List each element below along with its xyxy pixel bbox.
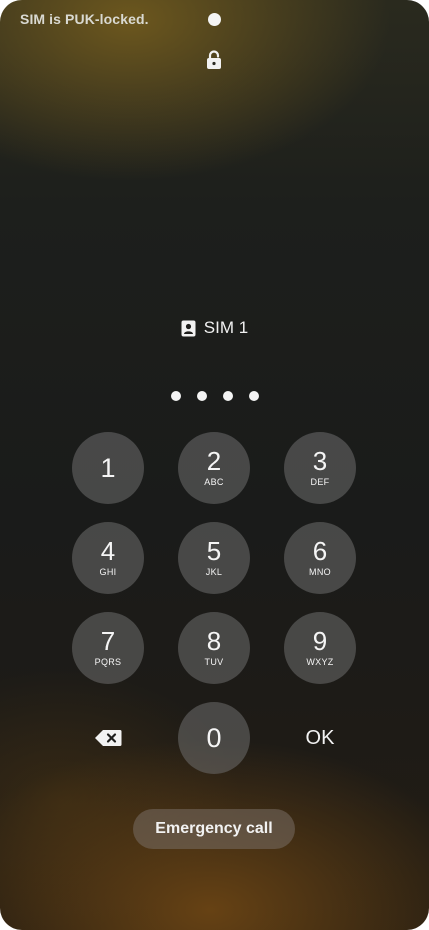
- emergency-call-button[interactable]: Emergency call: [133, 809, 295, 849]
- key-digit: 8: [206, 626, 222, 656]
- key-letters: DEF: [310, 477, 330, 487]
- backspace-icon: [95, 730, 122, 746]
- key-letters: GHI: [99, 567, 117, 577]
- key-letters: WXYZ: [306, 657, 334, 667]
- key-digit: 4: [100, 536, 116, 566]
- key-letters: PQRS: [94, 657, 122, 667]
- key-letters: ABC: [204, 477, 224, 487]
- front-camera-cutout: [208, 13, 221, 26]
- keypad-key-4[interactable]: 4 GHI: [72, 522, 144, 594]
- key-letters: JKL: [205, 567, 223, 577]
- backspace-button[interactable]: [72, 702, 144, 774]
- key-digit: 6: [312, 536, 328, 566]
- key-letters: TUV: [204, 657, 224, 667]
- pin-dot: [170, 391, 181, 401]
- lock-screen: SIM is PUK-locked. SIM 1 1 2 ABC 3 DEF 4…: [0, 0, 429, 930]
- keypad-key-9[interactable]: 9 WXYZ: [284, 612, 356, 684]
- key-digit: 7: [100, 626, 116, 656]
- keypad-key-3[interactable]: 3 DEF: [284, 432, 356, 504]
- pin-dot: [248, 391, 259, 401]
- pin-entry-indicator: [0, 391, 429, 401]
- sim-label: SIM 1: [203, 318, 249, 337]
- keypad-key-1[interactable]: 1: [72, 432, 144, 504]
- keypad-key-0[interactable]: 0: [178, 702, 250, 774]
- key-digit: 9: [312, 626, 328, 656]
- sim-card-icon: [181, 320, 196, 336]
- key-digit: 3: [312, 446, 328, 476]
- pin-dot: [222, 391, 233, 401]
- ok-button[interactable]: OK: [284, 702, 356, 774]
- keypad-key-6[interactable]: 6 MNO: [284, 522, 356, 594]
- key-digit: 2: [206, 446, 222, 476]
- keypad-key-2[interactable]: 2 ABC: [178, 432, 250, 504]
- keypad-key-7[interactable]: 7 PQRS: [72, 612, 144, 684]
- emergency-call-label: Emergency call: [155, 820, 273, 837]
- lock-icon: [207, 50, 221, 69]
- key-digit: 1: [100, 453, 116, 483]
- key-digit: 0: [206, 723, 222, 753]
- sim-status-text: SIM is PUK-locked.: [20, 11, 149, 27]
- ok-label: OK: [305, 726, 335, 749]
- key-letters: MNO: [309, 567, 331, 577]
- keypad-key-5[interactable]: 5 JKL: [178, 522, 250, 594]
- pin-dot: [196, 391, 207, 401]
- key-digit: 5: [206, 536, 222, 566]
- keypad-key-8[interactable]: 8 TUV: [178, 612, 250, 684]
- sim-selector: SIM 1: [0, 318, 429, 338]
